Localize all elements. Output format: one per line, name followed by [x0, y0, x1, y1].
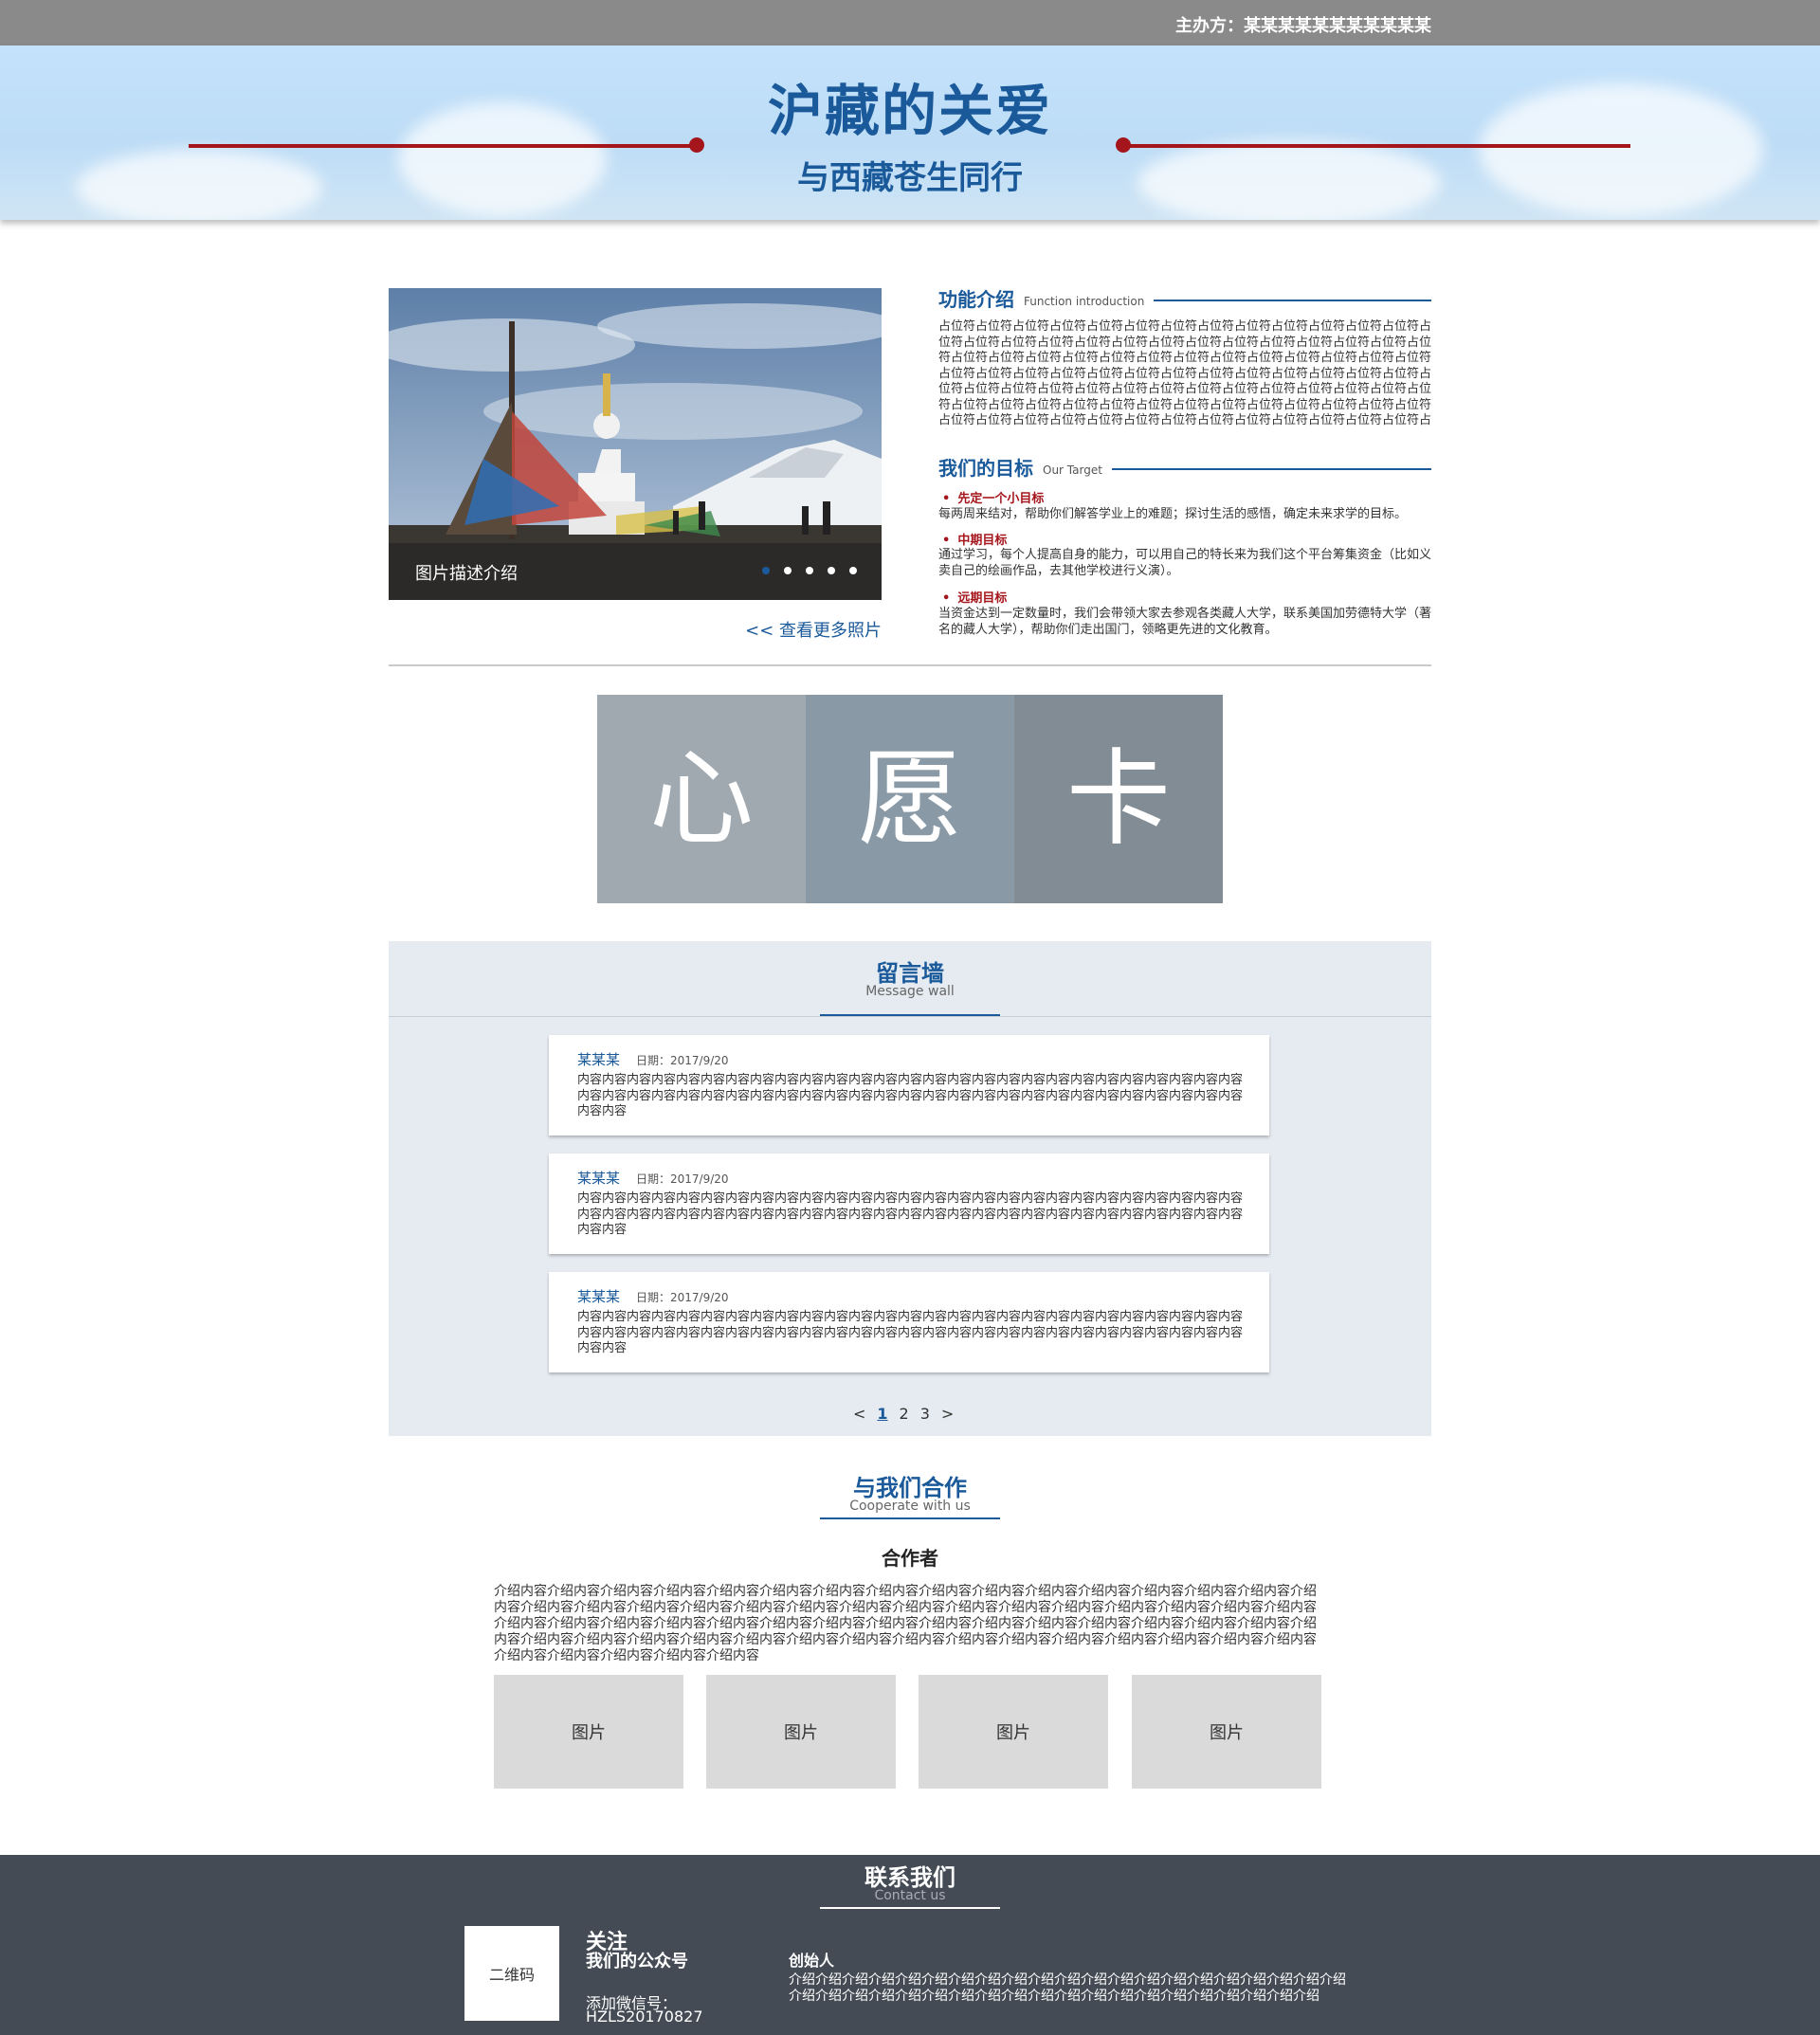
qr-code: 二维码	[464, 1926, 559, 2021]
pagination: < 1 2 3 >	[853, 1405, 954, 1423]
carousel-dot[interactable]	[762, 567, 770, 574]
contact-title: 联系我们	[864, 1864, 956, 1891]
hero-banner: 沪藏的关爱 与西藏苍生同行	[0, 45, 1820, 220]
wall-divider	[389, 1016, 1431, 1017]
section-divider	[389, 664, 1431, 666]
cooperate-subtitle: Cooperate with us	[849, 1499, 971, 1514]
message-author[interactable]: 某某某	[577, 1286, 620, 1306]
carousel-caption-bar: 图片描述介绍	[389, 543, 882, 600]
carousel-caption: 图片描述介绍	[415, 564, 518, 584]
goal-title: 中期目标	[942, 530, 1007, 548]
carousel-dot[interactable]	[828, 567, 835, 574]
page-link-1[interactable]: 1	[877, 1405, 887, 1423]
contact-header: 联系我们 Contact us	[820, 1859, 1000, 1909]
message-body: 内容内容内容内容内容内容内容内容内容内容内容内容内容内容内容内容内容内容内容内容…	[577, 1191, 1244, 1237]
goal-body: 通过学习，每个人提高自身的能力，可以用自己的特长来为我们这个平台筹集资金（比如义…	[938, 548, 1432, 578]
message-body: 内容内容内容内容内容内容内容内容内容内容内容内容内容内容内容内容内容内容内容内容…	[577, 1310, 1244, 1355]
partner-picture[interactable]: 图片	[494, 1675, 683, 1789]
message-card: 某某某 日期：2017/9/20 内容内容内容内容内容内容内容内容内容内容内容内…	[549, 1154, 1269, 1254]
goals-subtitle: Our Target	[1043, 463, 1102, 477]
goal-body: 每两周来结对，帮助你们解答学业上的难题；探讨生活的感悟，确定未来求学的目标。	[938, 507, 1408, 521]
wish-card-tile[interactable]: 卡	[1014, 695, 1223, 903]
message-date: 日期：2017/9/20	[636, 1054, 729, 1067]
wish-card-tile[interactable]: 心	[597, 695, 806, 903]
message-date: 日期：2017/9/20	[636, 1172, 729, 1186]
partner-picture[interactable]: 图片	[919, 1675, 1108, 1789]
partner-description: 介绍内容介绍内容介绍内容介绍内容介绍内容介绍内容介绍内容介绍内容介绍内容介绍内容…	[494, 1584, 1317, 1663]
contact-subtitle: Contact us	[874, 1888, 946, 1903]
message-author[interactable]: 某某某	[577, 1049, 620, 1069]
heading-underline	[820, 1517, 1000, 1519]
founder-description: 介绍介绍介绍介绍介绍介绍介绍介绍介绍介绍介绍介绍介绍介绍介绍介绍介绍介绍介绍介绍…	[789, 1972, 1346, 2004]
message-author[interactable]: 某某某	[577, 1168, 620, 1188]
carousel-dots	[762, 567, 857, 574]
page-subtitle: 与西藏苍生同行	[797, 159, 1023, 197]
top-bar: 主办方：某某某某某某某某某某某	[0, 0, 1820, 45]
message-body: 内容内容内容内容内容内容内容内容内容内容内容内容内容内容内容内容内容内容内容内容…	[577, 1073, 1244, 1118]
message-card: 某某某 日期：2017/9/20 内容内容内容内容内容内容内容内容内容内容内容内…	[549, 1035, 1269, 1136]
goal-title: 先定一个小目标	[942, 488, 1044, 506]
cooperate-title: 与我们合作	[853, 1475, 967, 1501]
message-wall-header: 留言墙 Message wall	[820, 954, 1000, 1016]
message-date: 日期：2017/9/20	[636, 1291, 729, 1304]
function-intro-header: 功能介绍 Function introduction	[938, 284, 1431, 312]
message-wall-subtitle: Message wall	[865, 984, 955, 999]
message-wall-title: 留言墙	[876, 960, 944, 987]
section-rule	[1154, 299, 1431, 301]
prev-page-button[interactable]: <	[853, 1405, 865, 1423]
function-intro-subtitle: Function introduction	[1024, 294, 1145, 308]
partner-picture[interactable]: 图片	[1132, 1675, 1321, 1789]
goals-header: 我们的目标 Our Target	[938, 453, 1431, 481]
wish-card-tile[interactable]: 愿	[806, 695, 1014, 903]
section-rule	[1111, 467, 1431, 470]
function-intro-body: 占位符占位符占位符占位符占位符占位符占位符占位符占位符占位符占位符占位符占位符占…	[938, 319, 1431, 429]
goal-title: 远期目标	[942, 588, 1007, 606]
page-link-3[interactable]: 3	[920, 1405, 930, 1423]
function-intro-title: 功能介绍	[938, 288, 1014, 311]
sponsor-text: 主办方：某某某某某某某某某某某	[1175, 16, 1431, 36]
more-photos-link[interactable]: << 查看更多照片	[720, 617, 882, 642]
message-wall: 留言墙 Message wall 某某某 日期：2017/9/20 内容内容内容…	[389, 941, 1431, 1436]
goal-body: 当资金达到一定数量时，我们会带领大家去参观各类藏人大学，联系美国加劳德特大学（著…	[938, 607, 1432, 637]
founder-title: 创始人	[789, 1952, 835, 1970]
partner-title: 合作者	[882, 1547, 938, 1570]
partner-picture[interactable]: 图片	[706, 1675, 896, 1789]
follow-subtitle: 我们的公众号	[586, 1952, 688, 1971]
page-link-2[interactable]: 2	[900, 1405, 909, 1423]
page-title: 沪藏的关爱	[767, 79, 1052, 143]
wechat-id: HZLS20170827	[586, 2008, 703, 2026]
carousel-dot[interactable]	[806, 567, 813, 574]
carousel-dot[interactable]	[784, 567, 792, 574]
goals-title: 我们的目标	[938, 457, 1033, 480]
photo-carousel[interactable]: 图片描述介绍	[389, 288, 882, 600]
heading-underline	[820, 1907, 1000, 1909]
message-card: 某某某 日期：2017/9/20 内容内容内容内容内容内容内容内容内容内容内容内…	[549, 1272, 1269, 1372]
next-page-button[interactable]: >	[941, 1405, 954, 1423]
carousel-dot[interactable]	[849, 567, 857, 574]
footer: 联系我们 Contact us 二维码 关注 我们的公众号 添加微信号： HZL…	[0, 1855, 1820, 2035]
cooperate-header: 与我们合作 Cooperate with us	[820, 1469, 1000, 1519]
